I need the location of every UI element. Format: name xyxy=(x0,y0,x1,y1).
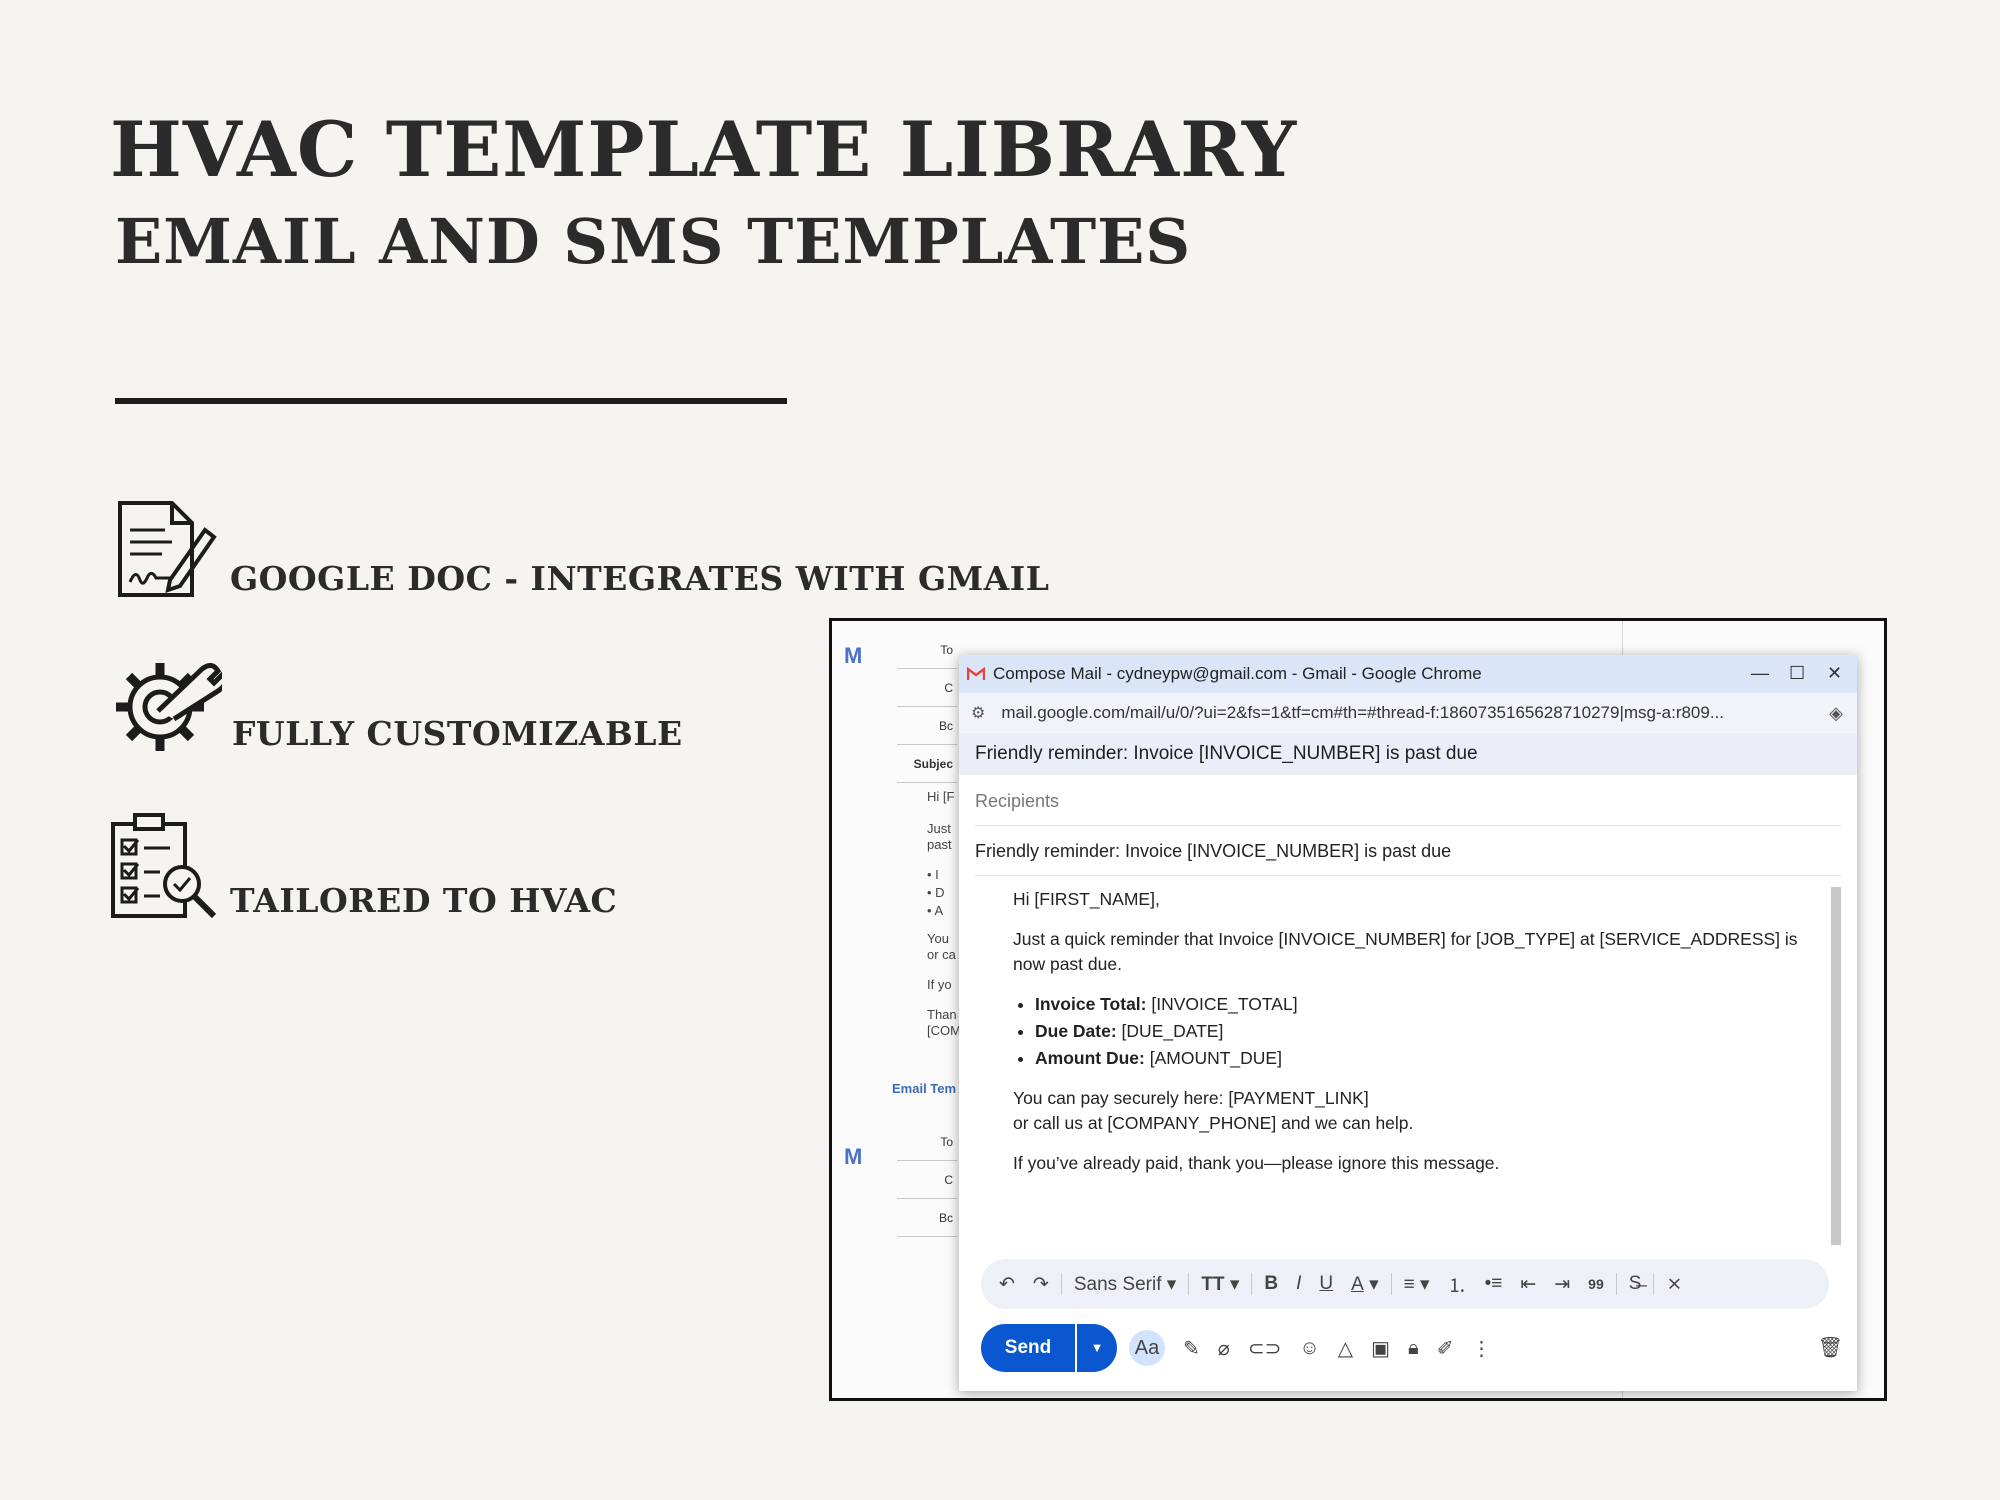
extension-icon[interactable]: ◈ xyxy=(1829,703,1843,724)
bg-row-label: C xyxy=(897,1161,957,1199)
bg-section-link[interactable]: Email Tem xyxy=(892,1081,956,1096)
bold-icon[interactable]: B xyxy=(1264,1273,1278,1295)
bg-line: • I xyxy=(927,867,939,882)
clear-formatting-icon[interactable]: ⨯ xyxy=(1666,1273,1682,1296)
trash-icon[interactable]: 🗑︎ xyxy=(1818,1335,1843,1360)
list-item: Due Date: [DUE_DATE] xyxy=(1035,1019,1813,1044)
bg-line: • D xyxy=(927,885,945,900)
link-icon[interactable]: ⊂⊃ xyxy=(1248,1336,1282,1361)
indent-less-icon[interactable]: ⇤ xyxy=(1520,1273,1536,1296)
text-size-icon[interactable]: TT ▾ xyxy=(1201,1273,1239,1296)
list-item: Invoice Total: [INVOICE_TOTAL] xyxy=(1035,992,1813,1017)
closing-line: If you’ve already paid, thank you—please… xyxy=(1013,1153,1500,1173)
redo-icon[interactable]: ↷ xyxy=(1033,1273,1049,1296)
drive-icon[interactable]: △ xyxy=(1338,1336,1353,1361)
subject-field[interactable]: Friendly reminder: Invoice [INVOICE_NUMB… xyxy=(975,827,1841,876)
bg-row-label: To xyxy=(897,1123,957,1161)
signature-icon[interactable]: ✐ xyxy=(1437,1336,1454,1361)
message-body[interactable]: Hi [FIRST_NAME], Just a quick reminder t… xyxy=(1013,887,1813,1176)
url-text[interactable]: mail.google.com/mail/u/0/?ui=2&fs=1&tf=c… xyxy=(1001,703,1724,723)
undo-icon[interactable]: ↶ xyxy=(999,1273,1015,1296)
bg-line: Than xyxy=(927,1007,957,1022)
divider xyxy=(115,398,787,404)
address-bar[interactable]: ⚙ mail.google.com/mail/u/0/?ui=2&fs=1&tf… xyxy=(959,693,1857,734)
bg-line: • A xyxy=(927,903,944,918)
call-line: or call us at [COMPANY_PHONE] and we can… xyxy=(1013,1113,1414,1133)
formatting-toolbar: ↶ ↷ Sans Serif ▾ TT ▾ B I U A ▾ ≡ ▾ ⒈ •≡… xyxy=(981,1259,1829,1309)
close-icon[interactable]: ✕ xyxy=(1827,663,1842,684)
align-icon[interactable]: ≡ ▾ xyxy=(1404,1273,1430,1296)
numbered-list-icon[interactable]: ⒈ xyxy=(1448,1271,1467,1298)
page-subtitle: EMAIL AND SMS TEMPLATES xyxy=(115,205,1192,278)
action-bar: Send ▼ Aa ✎ ⌀ ⊂⊃ ☺ △ ▣ 🔒︎ ✐ ⋮ 🗑︎ xyxy=(981,1323,1851,1373)
more-options-icon[interactable]: ⋮ xyxy=(1471,1336,1491,1361)
pay-line: You can pay securely here: [PAYMENT_LINK… xyxy=(1013,1088,1369,1108)
maximize-icon[interactable]: ☐ xyxy=(1789,663,1805,684)
feature-tailored: TAILORED TO HVAC xyxy=(110,812,617,922)
bg-row-label: Bc xyxy=(897,707,957,745)
feature-label: GOOGLE DOC - INTEGRATES WITH GMAIL xyxy=(230,559,1050,598)
gmail-logo-icon xyxy=(967,667,985,680)
gmail-icon: M xyxy=(844,643,863,668)
bg-line: [COM xyxy=(927,1023,961,1038)
compose-window: Compose Mail - cydneypw@gmail.com - Gmai… xyxy=(959,655,1857,1391)
magic-pen-icon[interactable]: ✎ xyxy=(1183,1336,1200,1361)
send-options-icon[interactable]: ▼ xyxy=(1077,1324,1117,1372)
send-button[interactable]: Send xyxy=(981,1324,1075,1372)
recipients-field[interactable]: Recipients xyxy=(975,777,1841,826)
scrollbar[interactable] xyxy=(1831,887,1841,1245)
bg-line: You xyxy=(927,931,949,946)
minimize-icon[interactable]: — xyxy=(1751,663,1769,684)
quote-icon[interactable]: 99 xyxy=(1588,1276,1604,1292)
formatting-options-button[interactable]: Aa xyxy=(1129,1330,1165,1366)
bg-line: or ca xyxy=(927,947,956,962)
window-title: Compose Mail - cydneypw@gmail.com - Gmai… xyxy=(993,664,1482,683)
browser-title-bar: Compose Mail - cydneypw@gmail.com - Gmai… xyxy=(959,655,1857,693)
signed-document-icon xyxy=(118,501,217,597)
italic-icon[interactable]: I xyxy=(1296,1273,1301,1295)
attach-icon[interactable]: ⌀ xyxy=(1218,1336,1230,1361)
greeting: Hi [FIRST_NAME], xyxy=(1013,889,1160,909)
feature-google-doc: GOOGLE DOC - INTEGRATES WITH GMAIL xyxy=(110,500,1049,600)
bg-line: Just xyxy=(927,821,951,836)
feature-customizable: FULLY CUSTOMIZABLE xyxy=(110,655,683,755)
feature-label: FULLY CUSTOMIZABLE xyxy=(232,714,683,753)
bg-row-label: To xyxy=(897,631,957,669)
list-item: Amount Due: [AMOUNT_DUE] xyxy=(1035,1046,1813,1071)
site-settings-icon[interactable]: ⚙ xyxy=(971,703,985,723)
checklist-magnifier-icon xyxy=(111,813,217,919)
gmail-icon: M xyxy=(844,1144,863,1169)
gmail-screenshot: M To C Bc Subjec Hi [F Just past • I • D… xyxy=(829,618,1887,1401)
bg-row-label: Subjec xyxy=(897,745,957,783)
intro-text: Just a quick reminder that Invoice [INVO… xyxy=(1013,929,1798,974)
bg-line: Hi [F xyxy=(927,789,955,804)
text-color-icon[interactable]: A ▾ xyxy=(1351,1273,1379,1296)
compose-header-subject: Friendly reminder: Invoice [INVOICE_NUMB… xyxy=(959,733,1857,775)
font-select[interactable]: Sans Serif ▾ xyxy=(1074,1273,1176,1296)
feature-label: TAILORED TO HVAC xyxy=(230,881,618,920)
bg-row-label: C xyxy=(897,669,957,707)
bulleted-list-icon[interactable]: •≡ xyxy=(1485,1273,1503,1295)
indent-more-icon[interactable]: ⇥ xyxy=(1554,1273,1570,1296)
gear-wrench-icon xyxy=(116,663,222,751)
strikethrough-icon[interactable]: S̶ xyxy=(1629,1273,1642,1295)
confidential-lock-icon[interactable]: 🔒︎ xyxy=(1408,1337,1419,1360)
underline-icon[interactable]: U xyxy=(1319,1273,1333,1295)
page-title: HVAC TEMPLATE LIBRARY xyxy=(110,105,1298,194)
bg-row-label: Bc xyxy=(897,1199,957,1237)
invoice-list: Invoice Total: [INVOICE_TOTAL] Due Date:… xyxy=(1013,992,1813,1071)
bg-line: If yo xyxy=(927,977,952,992)
emoji-icon[interactable]: ☺ xyxy=(1299,1337,1319,1360)
bg-line: past xyxy=(927,837,952,852)
photo-icon[interactable]: ▣ xyxy=(1371,1336,1390,1361)
